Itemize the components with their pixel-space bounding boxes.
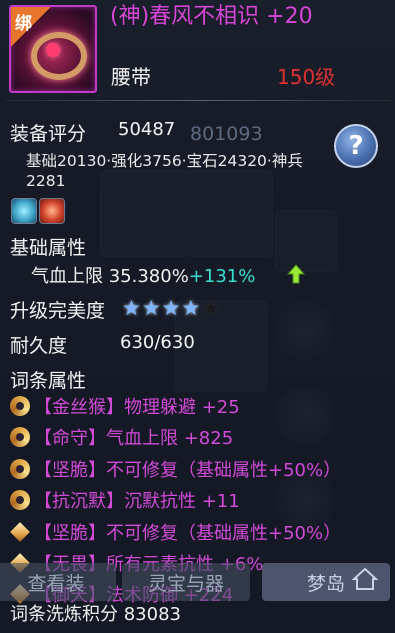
tab-lingbao[interactable]: 灵宝与器 [122,563,250,601]
diamond-icon [10,521,30,542]
refine-score: 词条洗炼积分 83083 [10,604,181,625]
item-name: (神)春风不相识 +20 [110,4,313,29]
star-filled-icon: ★ [181,296,201,320]
affix-row: 【坚脆】不可修复（基础属性+50%） [10,519,341,545]
star-filled-icon: ★ [141,296,161,320]
ghost-score-value: 801093 [190,123,263,145]
star-filled-icon: ★ [122,296,141,320]
perfection-stars: ★ ★ ★ ★ ★ [122,297,220,319]
affix-text: 【金丝猴】物理躲避 +25 [34,397,240,418]
up-arrow-icon [287,264,305,284]
swirl-icon [10,490,30,511]
durability-label: 耐久度 [10,335,68,357]
item-type: 腰带 [111,65,151,89]
score-label: 装备评分 [10,123,87,145]
affix-text: 【命守】气血上限 +825 [34,428,234,450]
affix-text: 【坚脆】不可修复（基础属性+50%） [34,459,342,481]
home-icon[interactable] [352,566,378,592]
item-icon-frame: 绑 [9,5,97,93]
swirl-icon [10,427,30,448]
perfection-label: 升级完美度 [10,300,106,322]
help-button[interactable]: ? [334,124,378,168]
affix-row: 【抗沉默】沉默抗性 +11 [10,487,240,513]
affix-section-title: 词条属性 [10,370,87,392]
score-value: 50487 [118,119,176,140]
affix-text: 【坚脆】不可修复（基础属性+50%） [34,522,342,544]
swirl-icon [10,396,30,416]
item-level: 150级 [277,65,336,89]
red-gem-icon[interactable] [39,198,65,224]
cyan-gem-icon[interactable] [11,198,37,224]
base-attr-text: 气血上限 35.380% [31,266,189,287]
affix-row: 【坚脆】不可修复（基础属性+50%） [10,456,341,482]
affix-row: 【金丝猴】物理躲避 +25 [10,393,240,419]
base-attr-line: 气血上限 35.380%+131% [31,262,255,288]
affix-text: 【抗沉默】沉默抗性 +11 [34,491,240,513]
bottom-tab-bar: 查看装 灵宝与器 梦岛 [0,563,395,601]
affix-row: 【命守】气血上限 +825 [10,424,233,450]
question-mark-icon: ? [348,131,364,161]
base-attr-bonus: +131% [188,266,256,287]
tab-view-equip[interactable]: 查看装 [0,563,116,601]
star-filled-icon: ★ [161,296,181,320]
bound-badge-label: 绑 [15,14,32,34]
star-empty-icon: ★ [201,296,221,320]
durability-value: 630/630 [120,332,195,353]
base-attr-title: 基础属性 [10,237,87,259]
score-breakdown: 基础20130·强化3756·宝石24320·神兵2281 [26,152,303,190]
swirl-icon [10,458,30,479]
header-divider [5,100,390,101]
